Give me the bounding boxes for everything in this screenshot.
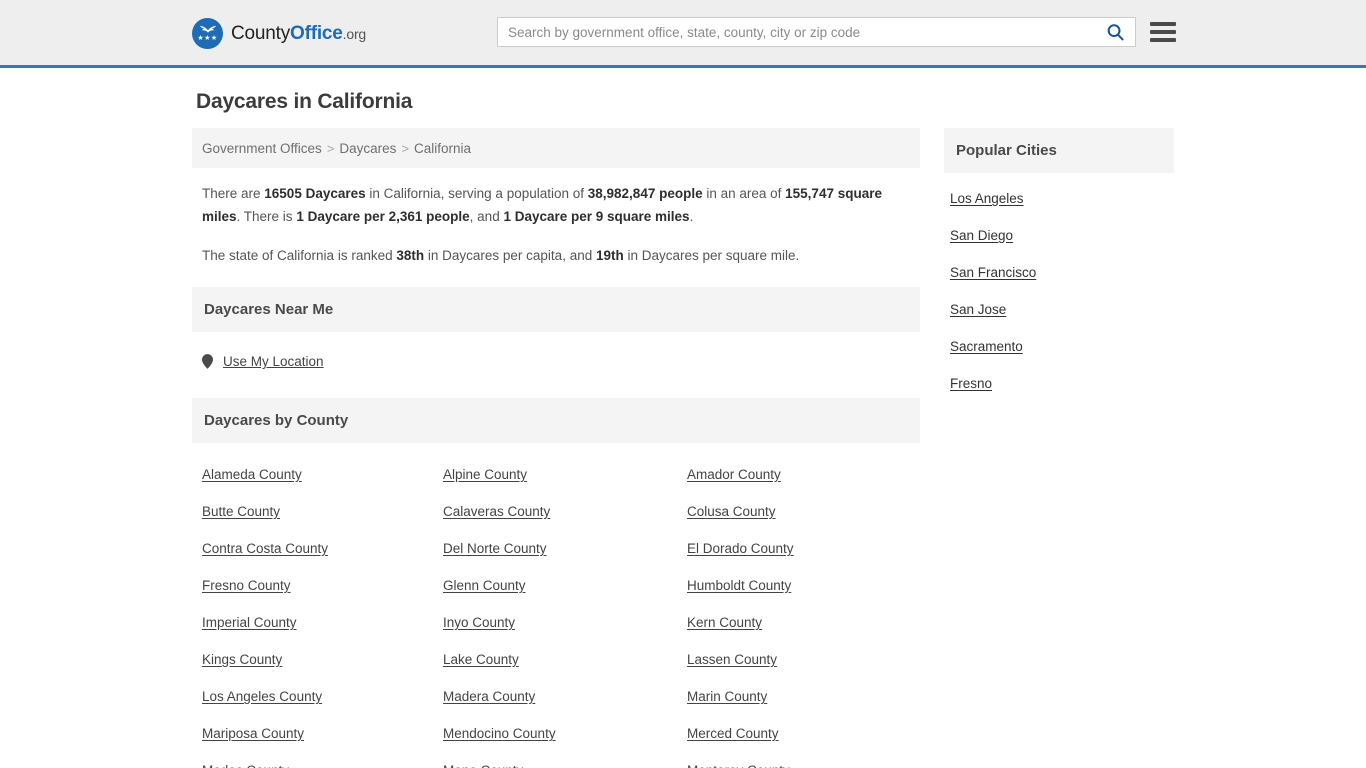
county-link[interactable]: Madera County [443, 689, 687, 704]
county-link[interactable]: Kern County [687, 615, 910, 630]
rank-text-c: in Daycares per square mile. [623, 248, 800, 263]
county-link[interactable]: Contra Costa County [202, 541, 443, 556]
county-link[interactable]: Lassen County [687, 652, 910, 667]
stats-per-square-mile: 1 Daycare per 9 square miles [503, 209, 690, 224]
stats-text-c: in an area of [702, 186, 786, 201]
county-link[interactable]: Lake County [443, 652, 687, 667]
statistics-sentence-1: There are 16505 Daycares in California, … [202, 182, 910, 228]
breadcrumb-item-daycares[interactable]: Daycares [339, 141, 396, 156]
breadcrumb-separator-1: > [326, 141, 335, 156]
eagle-icon [199, 25, 216, 33]
county-link[interactable]: Imperial County [202, 615, 443, 630]
county-link[interactable]: Los Angeles County [202, 689, 443, 704]
city-link-san-francisco[interactable]: San Francisco [950, 265, 1168, 280]
county-link[interactable]: Amador County [687, 467, 910, 482]
search-input[interactable] [498, 18, 1095, 46]
stats-text-a: There are [202, 186, 265, 201]
stats-daycare-count: 16505 Daycares [264, 186, 366, 201]
stats-per-capita: 1 Daycare per 2,361 people [296, 209, 470, 224]
county-link[interactable]: Del Norte County [443, 541, 687, 556]
daycares-near-me-heading: Daycares Near Me [192, 287, 920, 332]
county-link[interactable]: Merced County [687, 726, 910, 741]
county-link[interactable]: Calaveras County [443, 504, 687, 519]
brand-county: County [231, 22, 291, 44]
daycares-near-me-body: Use My Location [192, 332, 920, 398]
city-link-los-angeles[interactable]: Los Angeles [950, 191, 1168, 206]
hamburger-bar-3 [1150, 38, 1176, 42]
search-bar [497, 17, 1136, 47]
county-link[interactable]: Humboldt County [687, 578, 910, 593]
county-link[interactable]: Colusa County [687, 504, 910, 519]
rank-per-capita: 38th [396, 248, 425, 263]
county-link[interactable]: Mariposa County [202, 726, 443, 741]
countyoffice-emblem-icon: ★★★ [192, 18, 223, 49]
city-link-san-diego[interactable]: San Diego [950, 228, 1168, 243]
popular-cities-list: Los Angeles San Diego San Francisco San … [944, 173, 1174, 391]
county-link[interactable]: Butte County [202, 504, 443, 519]
breadcrumb-separator-2: > [401, 141, 410, 156]
city-link-san-jose[interactable]: San Jose [950, 302, 1168, 317]
county-link[interactable]: Glenn County [443, 578, 687, 593]
breadcrumb: Government Offices > Daycares > California [192, 128, 920, 168]
page-title: Daycares in California [196, 90, 413, 113]
county-link[interactable]: Alameda County [202, 467, 443, 482]
hamburger-bar-1 [1150, 22, 1176, 26]
county-link[interactable]: Mono County [443, 763, 687, 768]
use-my-location-link[interactable]: Use My Location [202, 354, 324, 369]
search-icon [1107, 23, 1124, 40]
main-column: Government Offices > Daycares > California T… [192, 128, 920, 768]
county-link[interactable]: Modoc County [202, 763, 443, 768]
sidebar: Popular Cities Los Angeles San Diego San… [944, 128, 1174, 413]
county-link[interactable]: Marin County [687, 689, 910, 704]
site-header: ★★★ CountyOffice.org [0, 0, 1366, 68]
county-link[interactable]: Fresno County [202, 578, 443, 593]
county-link[interactable]: Alpine County [443, 467, 687, 482]
rank-per-square-mile: 19th [595, 248, 624, 263]
page-body: Daycares in California Government Office… [0, 68, 1366, 768]
statistics-sentence-2: The state of California is ranked 38th i… [202, 244, 910, 267]
search-button[interactable] [1095, 18, 1135, 46]
rank-text-a: The state of California is ranked [202, 248, 397, 263]
state-statistics: There are 16505 Daycares in California, … [192, 168, 920, 287]
county-link[interactable]: Monterey County [687, 763, 910, 768]
site-logo[interactable]: ★★★ CountyOffice.org [192, 18, 366, 49]
breadcrumb-item-government-offices[interactable]: Government Offices [202, 141, 322, 156]
stats-population: 38,982,847 people [587, 186, 703, 201]
city-link-fresno[interactable]: Fresno [950, 376, 1168, 391]
county-link[interactable]: Inyo County [443, 615, 687, 630]
city-link-sacramento[interactable]: Sacramento [950, 339, 1168, 354]
county-link[interactable]: El Dorado County [687, 541, 910, 556]
rank-text-b: in Daycares per capita, and [424, 248, 596, 263]
breadcrumb-item-california: California [414, 141, 472, 156]
content-container: Government Offices > Daycares > California T… [188, 128, 1178, 768]
map-pin-icon [202, 354, 213, 369]
county-grid: Alameda County Alpine County Amador Coun… [192, 443, 920, 768]
county-link[interactable]: Mendocino County [443, 726, 687, 741]
hamburger-menu-button[interactable] [1150, 18, 1176, 46]
popular-cities-heading: Popular Cities [944, 128, 1174, 173]
brand-org: .org [342, 25, 367, 42]
county-link[interactable]: Kings County [202, 652, 443, 667]
hamburger-bar-2 [1150, 30, 1176, 34]
stats-text-d: . There is [236, 209, 297, 224]
stats-text-e: , and [469, 209, 504, 224]
brand-office: Office [290, 22, 343, 44]
brand-wordmark: CountyOffice.org [231, 23, 366, 45]
use-my-location-label: Use My Location [223, 354, 324, 369]
stats-text-f: . [689, 209, 694, 224]
daycares-by-county-heading: Daycares by County [192, 398, 920, 443]
stars-icon: ★★★ [197, 35, 218, 42]
stats-text-b: in California, serving a population of [365, 186, 588, 201]
